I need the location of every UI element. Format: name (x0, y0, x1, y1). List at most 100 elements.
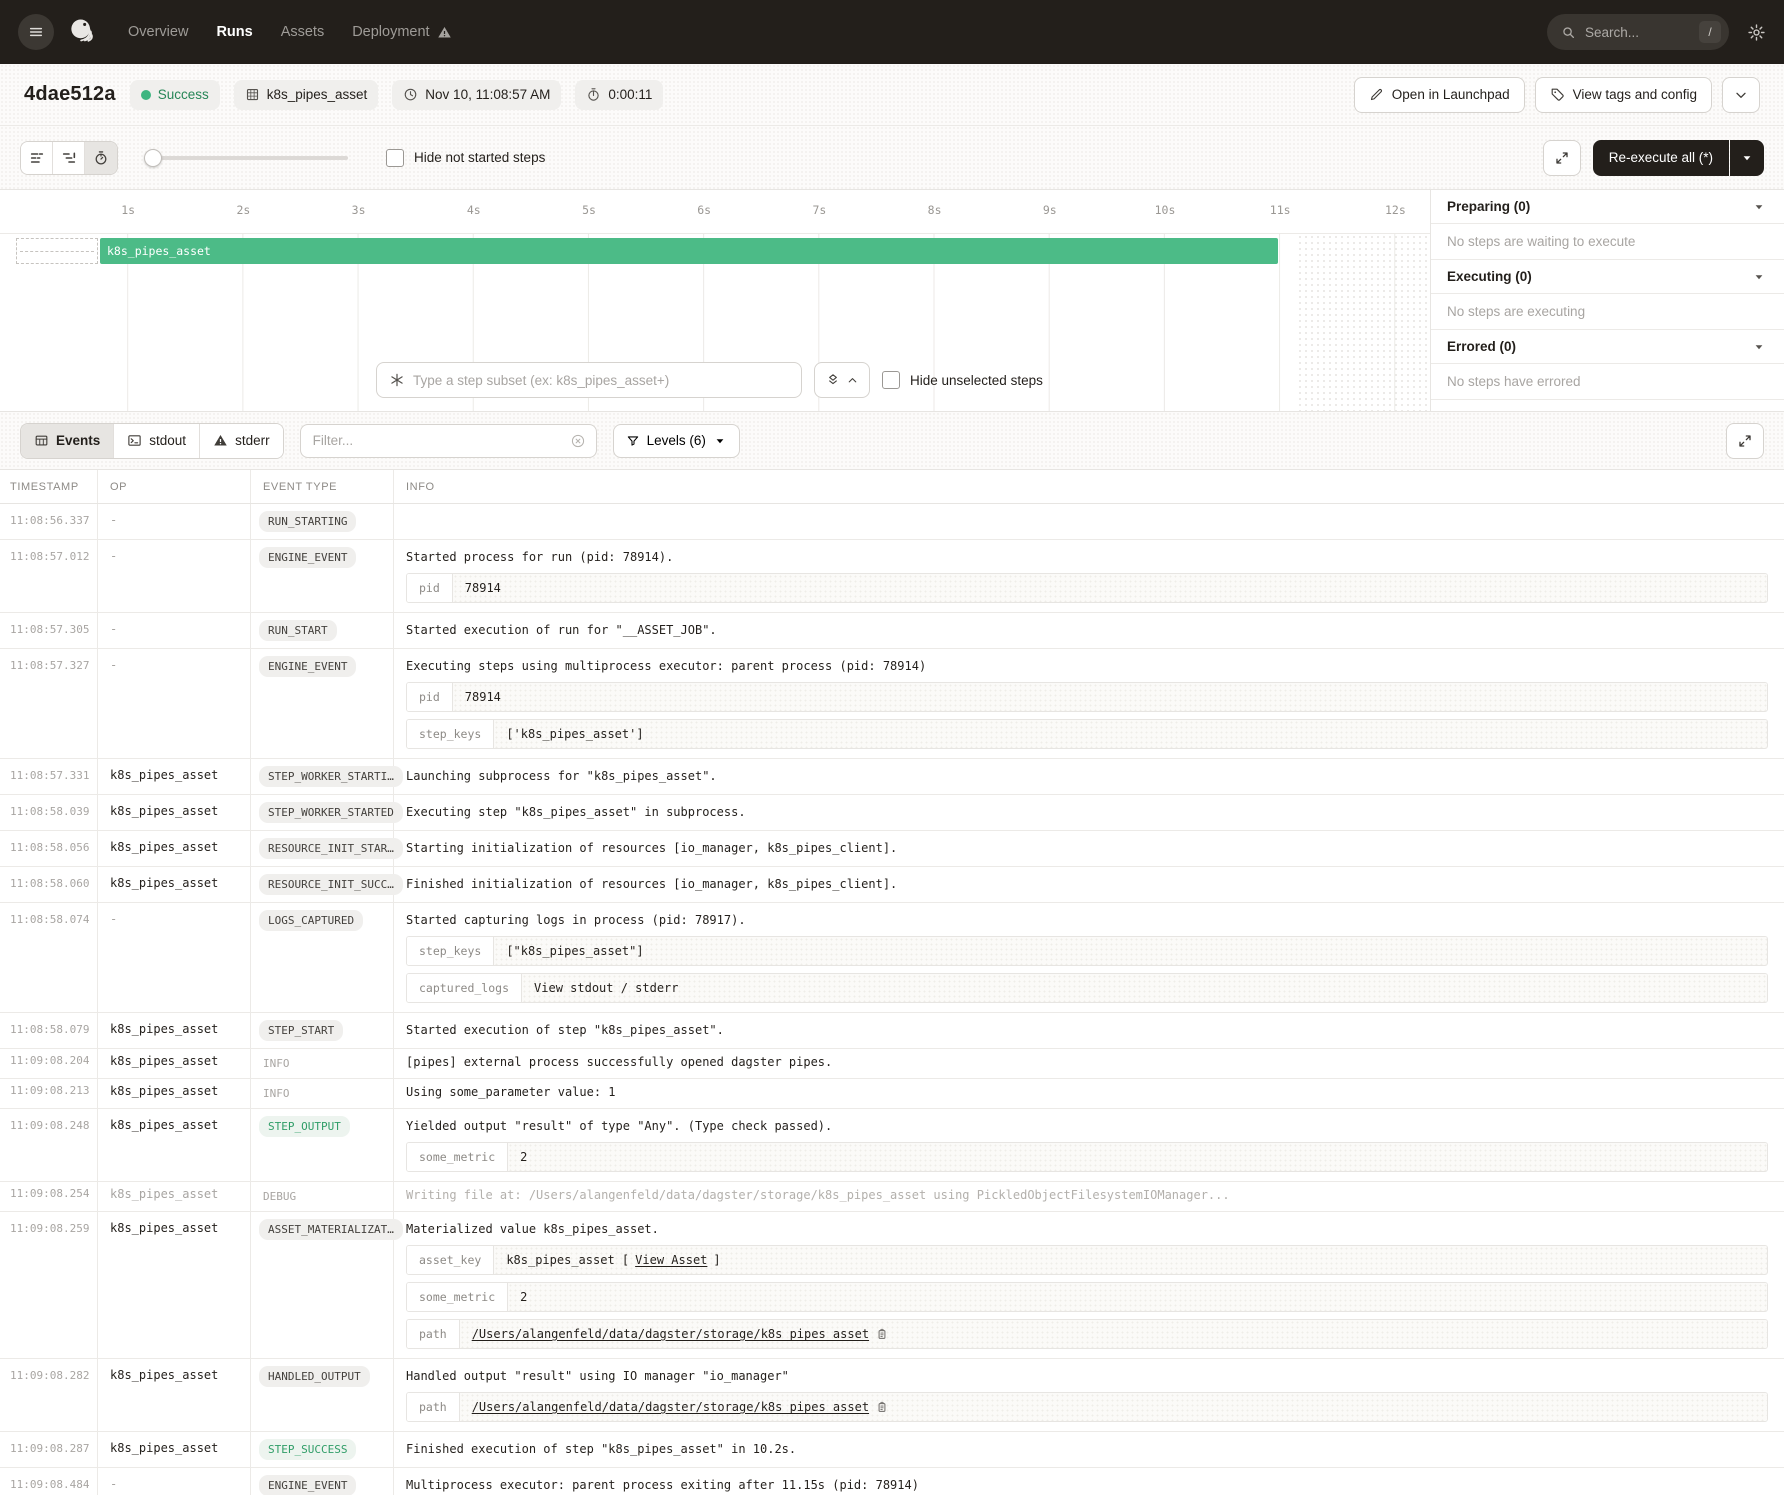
metadata-key: asset_key (407, 1246, 494, 1274)
event-type-pill[interactable]: STEP_OUTPUT (259, 1116, 350, 1137)
event-type-pill[interactable]: STEP_SUCCESS (259, 1439, 356, 1460)
nav-item-overview[interactable]: Overview (128, 24, 188, 40)
tab-stdout[interactable]: stdout (114, 424, 200, 458)
view-tags-config-button[interactable]: View tags and config (1535, 77, 1712, 113)
hamburger-menu-button[interactable] (18, 14, 54, 50)
gantt-view-mode-group (20, 141, 118, 175)
status-section-header[interactable]: Succeeded (1) (1431, 400, 1784, 411)
levels-dropdown[interactable]: Levels (6) (613, 424, 740, 458)
table-row[interactable]: 11:09:08.204k8s_pipes_assetINFO[pipes] e… (0, 1049, 1784, 1079)
timestamp-cell: 11:08:58.079 (0, 1013, 98, 1048)
nav-item-runs[interactable]: Runs (216, 24, 252, 40)
nav-item-assets[interactable]: Assets (281, 24, 325, 40)
table-row[interactable]: 11:09:08.213k8s_pipes_assetINFOUsing som… (0, 1079, 1784, 1109)
status-section-header[interactable]: Executing (0) (1431, 260, 1784, 294)
metadata-key: some_metric (407, 1143, 508, 1171)
info-text: Started execution of step "k8s_pipes_ass… (406, 1022, 1768, 1039)
nav-item-deployment[interactable]: Deployment (352, 24, 451, 40)
table-row[interactable]: 11:08:57.327-ENGINE_EVENTExecuting steps… (0, 649, 1784, 759)
hide-unselected-checkbox[interactable] (882, 371, 900, 389)
event-type-pill[interactable]: ENGINE_EVENT (259, 656, 356, 677)
step-subset-input[interactable]: Type a step subset (ex: k8s_pipes_asset+… (376, 362, 802, 398)
event-type-pill[interactable]: STEP_WORKER_STARTI… (259, 766, 403, 787)
table-row[interactable]: 11:08:58.056k8s_pipes_assetRESOURCE_INIT… (0, 831, 1784, 867)
event-type-pill[interactable]: RUN_START (259, 620, 337, 641)
op-cell: k8s_pipes_asset (98, 1182, 251, 1211)
table-row[interactable]: 11:09:08.259k8s_pipes_assetASSET_MATERIA… (0, 1212, 1784, 1359)
table-row[interactable]: 11:08:56.337-RUN_STARTING (0, 504, 1784, 540)
event-type-cell: RUN_STARTING (251, 504, 394, 539)
reexecute-dropdown-button[interactable] (1730, 140, 1764, 176)
search-input[interactable]: Search... / (1547, 14, 1729, 50)
event-type-pill[interactable]: RESOURCE_INIT_STAR… (259, 838, 403, 859)
table-row[interactable]: 11:08:58.079k8s_pipes_assetSTEP_STARTSta… (0, 1013, 1784, 1049)
open-in-launchpad-button[interactable]: Open in Launchpad (1354, 77, 1525, 113)
table-row[interactable]: 11:09:08.254k8s_pipes_assetDEBUGWriting … (0, 1182, 1784, 1212)
hide-unselected-toggle[interactable]: Hide unselected steps (882, 371, 1043, 389)
dagster-logo[interactable] (66, 16, 98, 48)
table-row[interactable]: 11:08:57.331k8s_pipes_assetSTEP_WORKER_S… (0, 759, 1784, 795)
table-row[interactable]: 11:08:58.074-LOGS_CAPTUREDStarted captur… (0, 903, 1784, 1013)
nav-item-label: Assets (281, 24, 325, 40)
flat-view-button[interactable] (21, 142, 53, 174)
tab-events[interactable]: Events (21, 424, 114, 458)
metadata-link[interactable]: /Users/alangenfeld/data/dagster/storage/… (472, 1400, 869, 1414)
axis-tick-label: 5s (582, 203, 596, 217)
metadata-text: 78914 (465, 581, 501, 595)
job-name-pill[interactable]: k8s_pipes_asset (234, 80, 379, 110)
timed-view-button[interactable] (85, 142, 117, 174)
column-header: TIMESTAMP (0, 470, 98, 503)
hide-not-started-checkbox[interactable] (386, 149, 404, 167)
event-type-pill[interactable]: ASSET_MATERIALIZAT… (259, 1219, 403, 1240)
filter-placeholder: Filter... (313, 433, 570, 448)
table-row[interactable]: 11:08:57.012-ENGINE_EVENTStarted process… (0, 540, 1784, 613)
metadata-value: 78914 (453, 574, 1767, 602)
metadata-link[interactable]: View Asset (635, 1253, 707, 1267)
table-row[interactable]: 11:08:57.305-RUN_STARTStarted execution … (0, 613, 1784, 649)
timer-icon (586, 87, 601, 102)
zoom-slider-track[interactable] (146, 156, 348, 160)
gantt-future-region (1297, 234, 1431, 411)
log-filter-input[interactable]: Filter... (300, 424, 597, 458)
axis-tick-label: 10s (1155, 203, 1176, 217)
gantt-fullscreen-button[interactable] (1543, 140, 1581, 176)
event-type-pill[interactable]: RUN_STARTING (259, 511, 356, 532)
status-section-header[interactable]: Errored (0) (1431, 330, 1784, 364)
info-cell: Started execution of step "k8s_pipes_ass… (394, 1013, 1784, 1048)
table-row[interactable]: 11:08:58.060k8s_pipes_assetRESOURCE_INIT… (0, 867, 1784, 903)
status-dot-icon (141, 90, 151, 100)
zoom-slider-knob[interactable] (144, 149, 162, 167)
event-type-pill[interactable]: HANDLED_OUTPUT (259, 1366, 370, 1387)
table-row[interactable]: 11:08:58.039k8s_pipes_assetSTEP_WORKER_S… (0, 795, 1784, 831)
clock-icon (403, 87, 418, 102)
metadata-key: step_keys (407, 937, 494, 965)
table-row[interactable]: 11:09:08.248k8s_pipes_assetSTEP_OUTPUTYi… (0, 1109, 1784, 1182)
event-type-pill[interactable]: STEP_WORKER_STARTED (259, 802, 403, 823)
metadata-link[interactable]: /Users/alangenfeld/data/dagster/storage/… (472, 1327, 869, 1341)
event-type-pill[interactable]: LOGS_CAPTURED (259, 910, 363, 931)
event-type-pill[interactable]: RESOURCE_INIT_SUCC… (259, 874, 403, 895)
run-actions-dropdown-button[interactable] (1722, 77, 1760, 113)
zoom-slider[interactable] (146, 149, 348, 167)
timestamp-cell: 11:09:08.282 (0, 1359, 98, 1431)
tab-stderr[interactable]: stderr (200, 424, 283, 458)
copy-icon[interactable] (875, 1400, 889, 1414)
copy-icon[interactable] (875, 1327, 889, 1341)
reexecute-all-button[interactable]: Re-execute all (*) (1593, 140, 1729, 176)
clear-filter-icon[interactable] (570, 433, 586, 449)
event-type-pill[interactable]: ENGINE_EVENT (259, 547, 356, 568)
start-time-pill: Nov 10, 11:08:57 AM (392, 80, 561, 110)
collapse-levels-button[interactable] (814, 362, 870, 398)
table-row[interactable]: 11:09:08.484-ENGINE_EVENTMultiprocess ex… (0, 1468, 1784, 1495)
table-row[interactable]: 11:09:08.287k8s_pipes_assetSTEP_SUCCESSF… (0, 1432, 1784, 1468)
event-type-pill[interactable]: STEP_START (259, 1020, 343, 1041)
axis-tick-label: 8s (928, 203, 942, 217)
waterfall-view-button[interactable] (53, 142, 85, 174)
event-type-pill[interactable]: ENGINE_EVENT (259, 1475, 356, 1495)
logs-fullscreen-button[interactable] (1726, 423, 1764, 459)
settings-button[interactable] (1747, 23, 1766, 42)
gantt-step-bar[interactable]: k8s_pipes_asset (100, 238, 1278, 264)
hide-not-started-toggle[interactable]: Hide not started steps (386, 149, 545, 167)
table-row[interactable]: 11:09:08.282k8s_pipes_assetHANDLED_OUTPU… (0, 1359, 1784, 1432)
status-section-header[interactable]: Preparing (0) (1431, 190, 1784, 224)
